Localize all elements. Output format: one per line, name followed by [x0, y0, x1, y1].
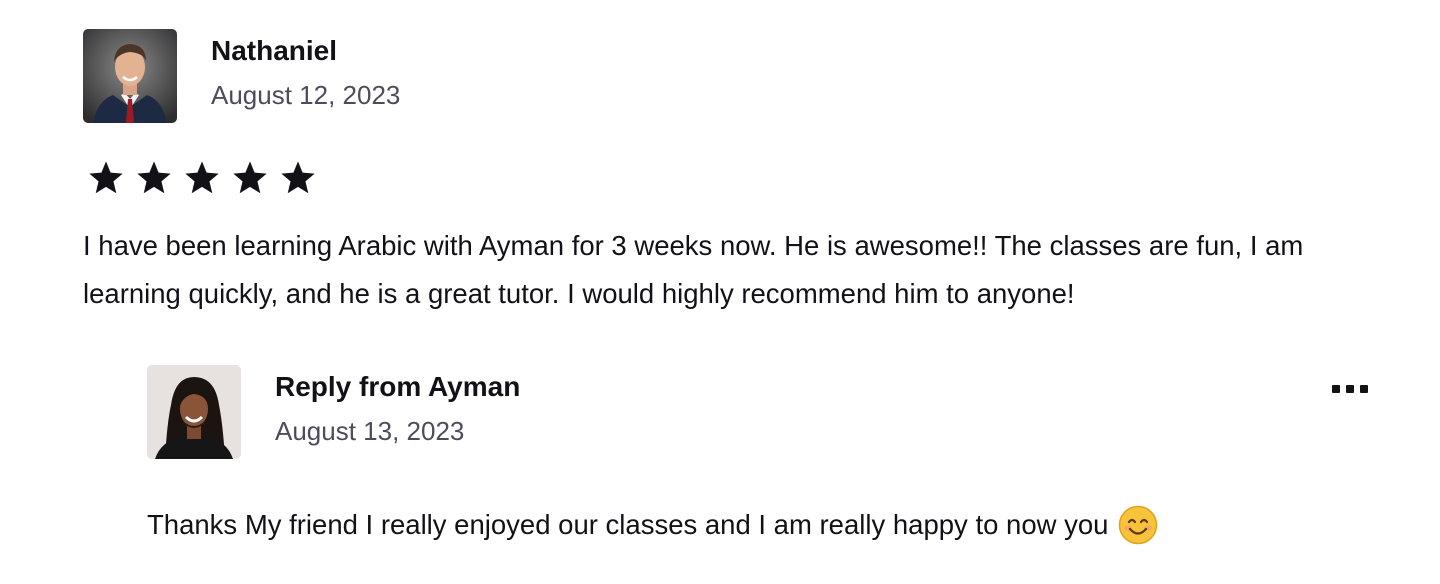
review-card: Nathaniel August 12, 2023 I have been le… [83, 29, 1383, 318]
reply-date: August 13, 2023 [275, 416, 465, 446]
review-date: August 12, 2023 [211, 80, 401, 110]
more-dot [1332, 385, 1340, 393]
reply-text: Thanks My friend I really enjoyed our cl… [147, 509, 1109, 540]
star-icon [185, 161, 219, 194]
more-dot [1360, 385, 1368, 393]
reply-header: Reply from Ayman August 13, 2023 [147, 365, 1372, 459]
reply-card: Reply from Ayman August 13, 2023 Thanks … [147, 365, 1372, 545]
more-options-icon[interactable] [1332, 383, 1368, 395]
tutor-avatar[interactable] [147, 365, 241, 459]
reply-meta: Reply from Ayman August 13, 2023 [275, 365, 520, 448]
review-header: Nathaniel August 12, 2023 [83, 29, 1383, 123]
star-icon [233, 161, 267, 194]
reply-title: Reply from Ayman [275, 371, 521, 402]
reviewer-name[interactable]: Nathaniel [211, 34, 400, 68]
reviewer-avatar[interactable] [83, 29, 177, 123]
more-dot [1346, 385, 1354, 393]
smiling-face-emoji [1118, 505, 1158, 545]
star-icon [281, 161, 315, 194]
review-text: I have been learning Arabic with Ayman f… [83, 230, 1304, 309]
star-rating [87, 158, 1383, 198]
star-icon [137, 161, 171, 194]
review-meta: Nathaniel August 12, 2023 [211, 29, 400, 112]
reply-text-row: Thanks My friend I really enjoyed our cl… [147, 505, 1372, 545]
star-icon [89, 161, 123, 194]
